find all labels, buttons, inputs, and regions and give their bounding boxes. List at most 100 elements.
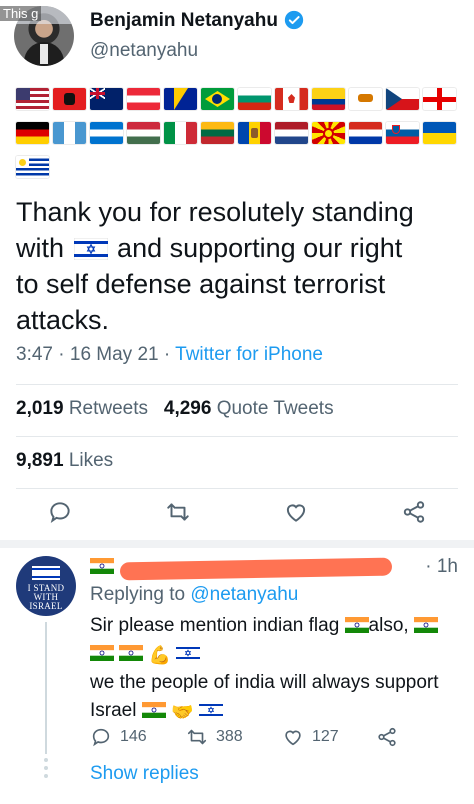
reply-like-button[interactable]: 127	[282, 726, 339, 748]
flag-ukraine-icon	[423, 122, 456, 144]
reply-text-line: Sir please mention indian flag	[90, 615, 340, 636]
retweet-icon	[187, 729, 207, 745]
reply-count: 146	[120, 728, 147, 745]
retweet-count: 388	[216, 728, 243, 745]
section-separator	[0, 540, 474, 548]
tweet-actions	[0, 497, 474, 533]
tweet-date[interactable]: 16 May 21	[70, 344, 159, 365]
retweets-count[interactable]: 2,019	[16, 398, 64, 419]
tweet-text-line: Thank you for resolutely standing	[16, 197, 414, 227]
flag-united-states-icon	[16, 88, 49, 110]
tweet-meta: 3:47 · 16 May 21 · Twitter for iPhone	[16, 344, 323, 365]
reply-text-line: Israel	[90, 700, 137, 721]
replying-to: Replying to @netanyahu	[90, 584, 298, 606]
quotes-count[interactable]: 4,296	[164, 398, 212, 419]
flag-cyprus-icon	[349, 88, 382, 110]
reply-share-button[interactable]	[376, 726, 398, 748]
share-icon	[378, 727, 396, 747]
flag-canada-icon	[275, 88, 308, 110]
reply-icon[interactable]	[47, 499, 73, 525]
likes-label[interactable]: Likes	[69, 450, 113, 471]
flag-slovenia-icon	[386, 122, 419, 144]
flag-row	[16, 122, 456, 144]
like-icon	[285, 730, 301, 746]
flag-australia-icon	[90, 88, 123, 110]
flags-grid	[16, 88, 456, 190]
replying-to-label: Replying to	[90, 584, 186, 605]
thread-line	[45, 622, 47, 754]
flag-paraguay-icon	[349, 122, 382, 144]
tweet-text-line: to self defense against terrorist	[16, 269, 386, 299]
thread-dot	[44, 774, 48, 778]
flag-row	[16, 156, 456, 178]
like-icon[interactable]	[283, 499, 309, 525]
reply-icon	[92, 728, 110, 747]
flag-israel-icon	[73, 238, 108, 260]
flag-israel-icon	[176, 645, 201, 661]
divider	[16, 488, 458, 489]
flag-india-icon	[141, 702, 166, 718]
flag-india-icon	[413, 617, 438, 633]
flag-honduras-icon	[90, 122, 123, 144]
retweets-label[interactable]: Retweets	[69, 398, 148, 419]
tweet-time[interactable]: 3:47	[16, 344, 53, 365]
flag-row	[16, 88, 456, 110]
flag-moldova-icon	[238, 122, 271, 144]
reply-text: Sir please mention indian flag also, 💪 w…	[90, 612, 464, 726]
tweet-text-line: and supporting our right	[117, 233, 403, 263]
reply-text-line: we the people of india will always suppo…	[90, 672, 439, 693]
flag-india-icon	[90, 645, 114, 661]
retweet-icon[interactable]	[165, 499, 191, 525]
flag-brazil-icon	[201, 88, 234, 110]
flag-north-macedonia-icon	[312, 122, 345, 144]
show-replies-link[interactable]: Show replies	[90, 763, 199, 785]
flag-albania-icon	[53, 88, 86, 110]
flag-bosnia-icon	[164, 88, 197, 110]
share-icon[interactable]	[401, 499, 427, 525]
replying-to-handle[interactable]: @netanyahu	[190, 584, 298, 605]
tweet-source[interactable]: Twitter for iPhone	[175, 344, 323, 365]
reply-avatar[interactable]: I STAND WITH ISRAEL	[16, 556, 76, 616]
flag-czech-icon	[386, 88, 419, 110]
reply-retweet-button[interactable]: 388	[186, 726, 243, 748]
reply-text-line: also,	[368, 615, 409, 636]
reply-time-value: 1h	[436, 556, 458, 577]
stats-row: 2,019 Retweets 4,296 Quote Tweets	[16, 398, 334, 420]
flag-bulgaria-icon	[238, 88, 271, 110]
handshake-icon: 🤝	[171, 702, 194, 722]
flag-india-icon	[344, 617, 369, 633]
flag-hungary-icon	[127, 122, 160, 144]
flag-israel-icon	[198, 702, 223, 718]
reply-actions: 146 388 127	[90, 726, 460, 752]
likes-count[interactable]: 9,891	[16, 450, 64, 471]
flag-germany-icon	[16, 122, 49, 144]
verified-icon	[284, 10, 304, 30]
flag-india-icon	[119, 645, 144, 661]
reply-reply-button[interactable]: 146	[90, 726, 147, 748]
flag-lithuania-icon	[201, 122, 234, 144]
like-count: 127	[312, 728, 339, 745]
tweet-text: Thank you for resolutely standing with a…	[16, 194, 456, 338]
thread-dot	[44, 758, 48, 762]
flag-georgia-icon	[423, 88, 456, 110]
flag-india-icon	[90, 558, 114, 574]
overlay-text: This g	[0, 6, 42, 21]
tweet-text-line: with	[16, 233, 65, 263]
flag-guatemala-icon	[53, 122, 86, 144]
flexed-biceps-icon: 💪	[148, 645, 171, 665]
quotes-label[interactable]: Quote Tweets	[217, 398, 334, 419]
thread-dot	[44, 766, 48, 770]
flag-netherlands-icon	[275, 122, 308, 144]
author-handle[interactable]: @netanyahu	[90, 40, 198, 62]
flag-austria-icon	[127, 88, 160, 110]
flag-italy-icon	[164, 122, 197, 144]
flag-colombia-icon	[312, 88, 345, 110]
divider	[16, 384, 458, 385]
tweet-text-line: attacks.	[16, 305, 110, 335]
likes-row: 9,891 Likes	[16, 450, 113, 472]
divider	[16, 436, 458, 437]
reply-time[interactable]: · 1h	[425, 556, 458, 578]
avatar-text: ISRAEL	[29, 601, 63, 611]
flag-uruguay-icon	[16, 156, 49, 178]
author-name[interactable]: Benjamin Netanyahu	[90, 10, 278, 32]
